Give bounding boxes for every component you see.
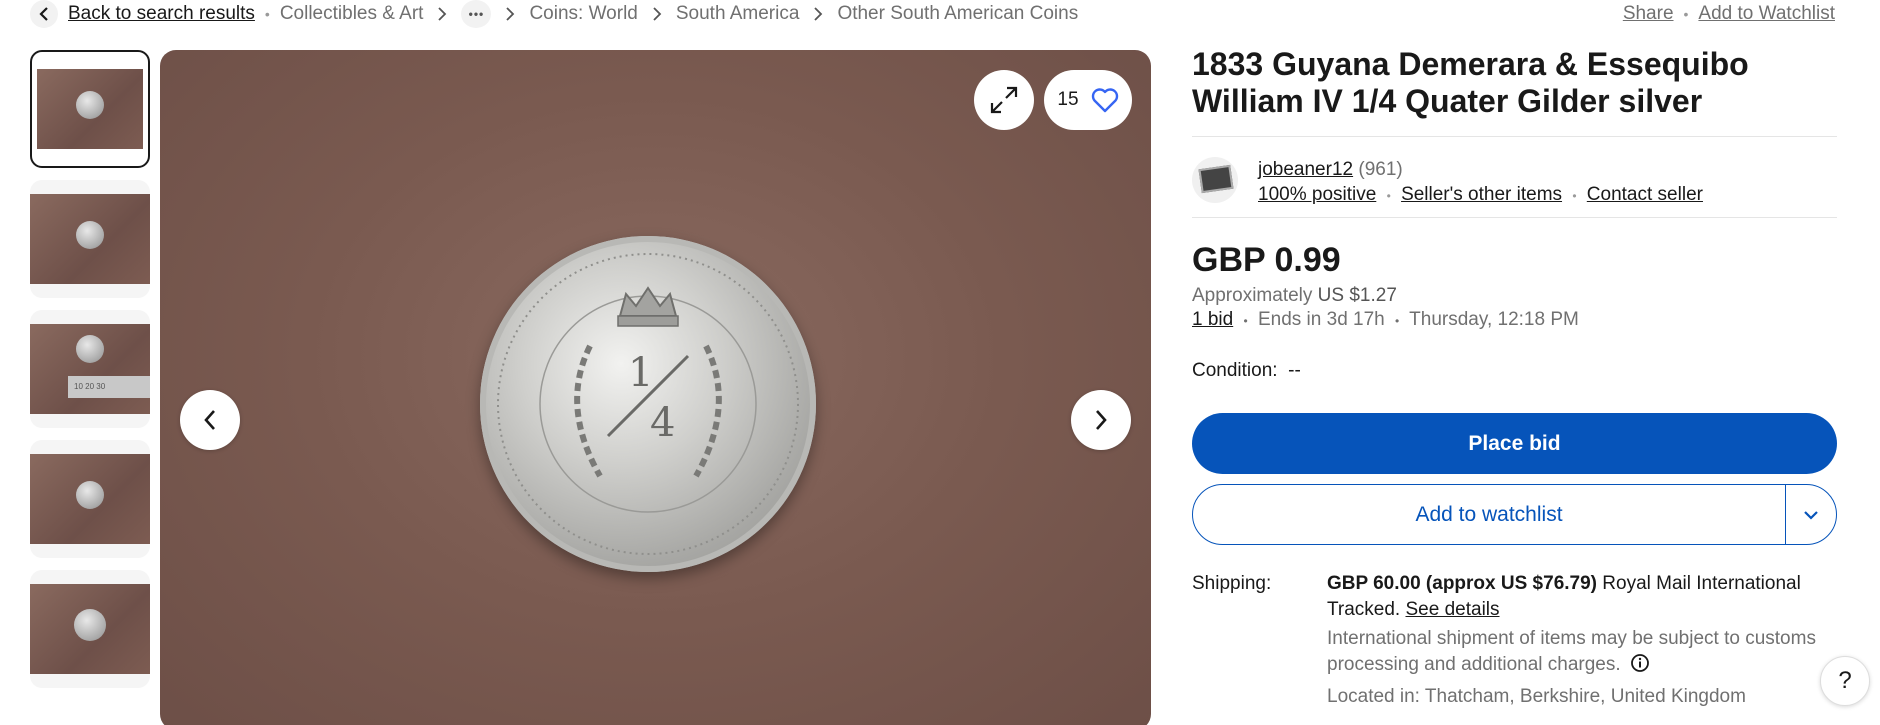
- item-details: 1833 Guyana Demerara & Essequibo William…: [1192, 46, 1837, 710]
- chevron-left-icon: [39, 7, 48, 21]
- separator-dot: •: [264, 6, 270, 22]
- bid-info: 1 bid • Ends in 3d 17h • Thursday, 12:18…: [1192, 308, 1837, 333]
- seller-name-link[interactable]: jobeaner12: [1258, 159, 1353, 180]
- separator-dot: •: [1395, 314, 1400, 328]
- add-to-watchlist-link[interactable]: Add to Watchlist: [1698, 3, 1835, 25]
- next-image-button[interactable]: [1071, 390, 1131, 450]
- chevron-down-icon: [1804, 510, 1818, 520]
- share-link[interactable]: Share: [1623, 3, 1674, 25]
- thumbnail-2[interactable]: [30, 180, 150, 298]
- separator-dot: •: [1243, 314, 1248, 328]
- divider: [1192, 217, 1837, 218]
- breadcrumb: Back to search results • Collectibles & …: [30, 0, 1078, 28]
- thumbnail-3[interactable]: 10 20 30: [30, 310, 150, 428]
- ruler-image: 10 20 30: [68, 376, 150, 398]
- thumbnail-image: [30, 194, 150, 284]
- watchers-button[interactable]: 15: [1044, 70, 1132, 130]
- chevron-right-icon: [653, 7, 662, 21]
- divider: [1192, 136, 1837, 137]
- add-to-watchlist-label: Add to watchlist: [1415, 502, 1563, 526]
- shipping-label: Shipping:: [1192, 573, 1272, 594]
- heart-icon: [1091, 88, 1118, 113]
- breadcrumb-more-button[interactable]: •••: [461, 0, 492, 28]
- end-time: Thursday, 12:18 PM: [1409, 309, 1579, 330]
- back-to-search-link[interactable]: Back to search results: [68, 3, 255, 25]
- info-icon[interactable]: [1630, 653, 1650, 673]
- coin-image: 1 4: [480, 236, 816, 572]
- add-to-watchlist-button[interactable]: Add to watchlist: [1193, 485, 1786, 544]
- thumbnail-image: [37, 69, 143, 149]
- chevron-right-icon: [1096, 410, 1107, 430]
- top-actions: Share • Add to Watchlist: [1623, 0, 1835, 28]
- seller-positive-link[interactable]: 100% positive: [1258, 184, 1376, 205]
- thumbnail-4[interactable]: [30, 440, 150, 558]
- thumbnail-1[interactable]: [30, 50, 150, 168]
- seller-card: jobeaner12 (961) 100% positive • Seller'…: [1192, 157, 1837, 211]
- thumbnail-image: [30, 584, 150, 674]
- see-details-link[interactable]: See details: [1406, 599, 1500, 620]
- expand-image-button[interactable]: [974, 70, 1034, 130]
- add-to-watchlist-button-group: Add to watchlist: [1192, 484, 1837, 545]
- item-price: GBP 0.99: [1192, 241, 1341, 279]
- item-title: 1833 Guyana Demerara & Essequibo William…: [1192, 46, 1749, 119]
- previous-image-button[interactable]: [180, 390, 240, 450]
- bid-count-link[interactable]: 1 bid: [1192, 309, 1233, 330]
- more-icon: •••: [468, 7, 485, 21]
- seller-feedback-count: (961): [1358, 159, 1403, 180]
- customs-note: International shipment of items may be s…: [1327, 626, 1837, 678]
- shipping-section: Shipping: GBP 60.00 (approx US $76.79) R…: [1192, 571, 1837, 710]
- condition-label: Condition:: [1192, 360, 1278, 381]
- approx-value: US $1.27: [1317, 285, 1397, 306]
- back-button[interactable]: [30, 0, 58, 28]
- chevron-right-icon: [814, 7, 823, 21]
- breadcrumb-item-coins-world[interactable]: Coins: World: [529, 3, 637, 25]
- help-button[interactable]: ?: [1820, 656, 1870, 706]
- seller-other-items-link[interactable]: Seller's other items: [1401, 184, 1562, 205]
- expand-icon: [990, 86, 1018, 114]
- condition-value: --: [1288, 360, 1301, 381]
- breadcrumb-item-other-south-american-coins[interactable]: Other South American Coins: [837, 3, 1078, 25]
- svg-text:4: 4: [650, 400, 675, 446]
- contact-seller-link[interactable]: Contact seller: [1587, 184, 1703, 205]
- item-location: Located in: Thatcham, Berkshire, United …: [1327, 686, 1746, 707]
- thumbnail-5[interactable]: [30, 570, 150, 688]
- place-bid-label: Place bid: [1468, 431, 1561, 455]
- customs-note-text: International shipment of items may be s…: [1327, 628, 1816, 675]
- thumbnail-image: [30, 454, 150, 544]
- shipping-cost: GBP 60.00 (approx US $76.79): [1327, 573, 1597, 594]
- chevron-right-icon: [438, 7, 447, 21]
- chevron-left-icon: [204, 410, 215, 430]
- seller-avatar[interactable]: [1192, 157, 1238, 203]
- coin-engraving: 1 4: [497, 253, 799, 555]
- svg-text:1: 1: [628, 350, 653, 396]
- condition: Condition: --: [1192, 359, 1837, 383]
- approx-label: Approximately: [1192, 285, 1313, 306]
- breadcrumb-item-south-america[interactable]: South America: [676, 3, 800, 25]
- approx-price: Approximately US $1.27: [1192, 284, 1837, 308]
- separator-dot: •: [1386, 189, 1391, 203]
- watchlist-dropdown-button[interactable]: [1786, 485, 1836, 544]
- watchers-count: 15: [1057, 89, 1079, 110]
- place-bid-button[interactable]: Place bid: [1192, 413, 1837, 474]
- main-product-image[interactable]: 1 4 15: [160, 50, 1151, 725]
- breadcrumb-item-collectibles[interactable]: Collectibles & Art: [280, 3, 424, 25]
- ends-in: Ends in 3d 17h: [1257, 309, 1385, 330]
- help-icon: ?: [1838, 667, 1852, 694]
- chevron-right-icon: [506, 7, 515, 21]
- thumbnail-image: 10 20 30: [30, 324, 150, 414]
- thumbnail-list: 10 20 30: [30, 50, 150, 700]
- separator-dot: •: [1572, 189, 1577, 203]
- separator-dot: •: [1683, 6, 1689, 22]
